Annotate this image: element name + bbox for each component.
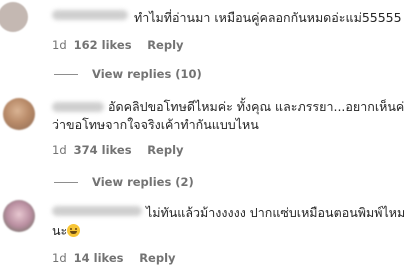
view-replies-line <box>54 74 78 75</box>
reply-button[interactable]: Reply <box>139 251 175 265</box>
view-replies-button[interactable]: View replies (2) <box>54 175 254 191</box>
username-blurred[interactable] <box>52 10 128 20</box>
view-replies-label[interactable]: View replies (10) <box>92 67 202 81</box>
view-replies-label[interactable]: View replies (2) <box>92 175 194 189</box>
like-count[interactable]: 374 likes <box>74 143 132 157</box>
like-count[interactable]: 14 likes <box>74 251 124 265</box>
comment-text-line-1: อัดคลิปขอโทษดีไหมค่ะ ทั้งคุณ และภรรยา...… <box>108 99 404 114</box>
comment-meta: 1d 162 likes Reply <box>52 38 184 52</box>
view-replies-line <box>54 182 78 183</box>
reply-button[interactable]: Reply <box>147 143 183 157</box>
grinning-face-icon <box>67 224 81 237</box>
username-blurred[interactable] <box>52 206 142 216</box>
comment-text: ทำไมที่อ่านมา เหมือนคู่คลอกกันหมดอ่ะแม่5… <box>134 10 402 25</box>
comment-text-line-1: ไม่ทันแล้วม้างงงงง ปากแซ่บเหมือนตอนพิมพ์… <box>146 205 404 220</box>
avatar[interactable] <box>3 98 35 130</box>
reply-button[interactable]: Reply <box>147 38 183 52</box>
avatar[interactable] <box>3 200 35 232</box>
comment-text-line-2: ว่าขอโทษจากใจจริงเค้าทำกันแบบไหน <box>52 117 259 132</box>
comment-date: 1d <box>52 38 67 52</box>
like-count[interactable]: 162 likes <box>74 38 132 52</box>
comment-date: 1d <box>52 143 67 157</box>
username-blurred[interactable] <box>52 102 104 112</box>
comment-meta: 1d 374 likes Reply <box>52 143 184 157</box>
comment-meta: 1d 14 likes Reply <box>52 251 176 265</box>
comment-text-line-2: นะ <box>52 222 81 240</box>
view-replies-button[interactable]: View replies (10) <box>54 67 254 83</box>
comment-date: 1d <box>52 251 67 265</box>
comment-text-fragment: นะ <box>52 223 68 238</box>
avatar[interactable] <box>0 2 28 32</box>
